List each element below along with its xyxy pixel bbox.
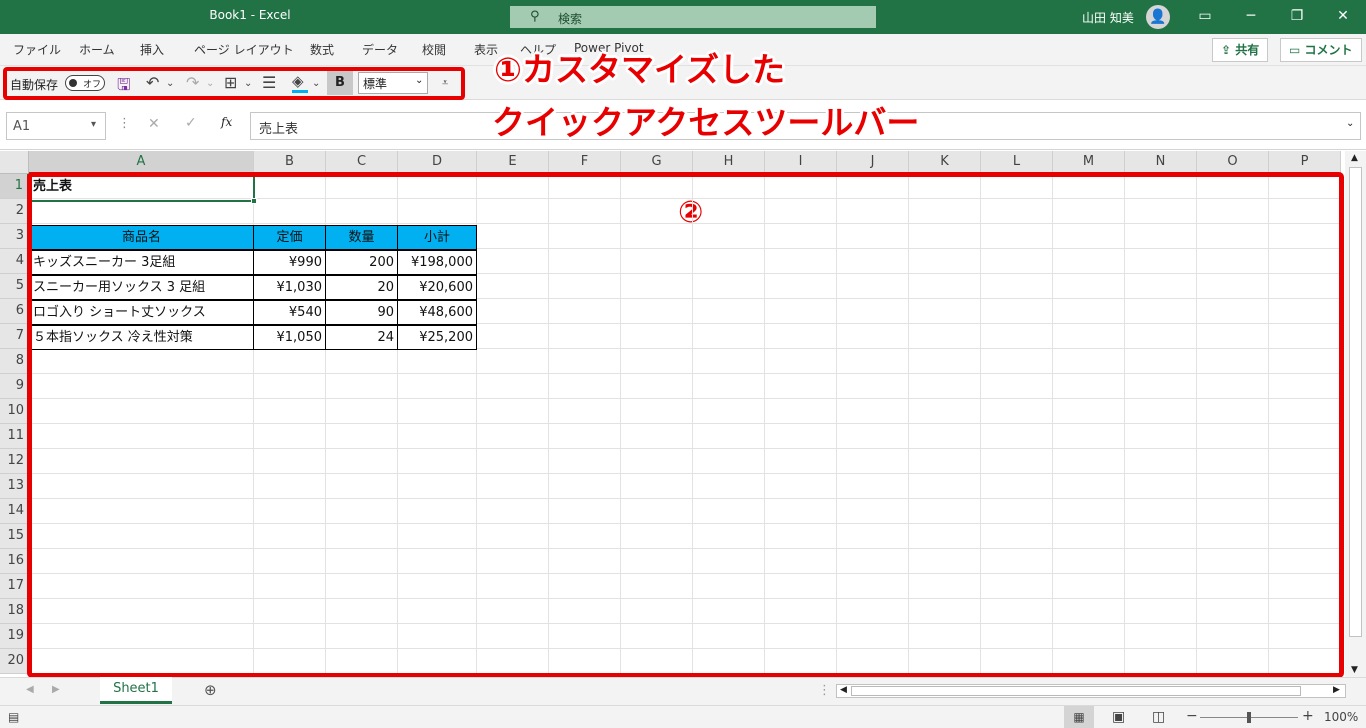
page-break-view-icon[interactable]: ◫ (1152, 709, 1165, 725)
scroll-up-icon[interactable]: ▲ (1351, 153, 1358, 163)
row-header[interactable]: 11 (0, 424, 29, 449)
row-header[interactable]: 19 (0, 624, 29, 649)
macro-record-icon[interactable]: ▤ (8, 710, 19, 724)
split-handle-icon[interactable]: ⋮ (818, 683, 831, 698)
column-header[interactable]: E (477, 151, 549, 174)
search-placeholder: 検索 (558, 12, 583, 26)
row-header[interactable]: 2 (0, 199, 29, 224)
function-icon[interactable]: fx (221, 115, 232, 129)
page-layout-view-icon[interactable]: ▣ (1112, 709, 1125, 725)
column-header[interactable]: A (29, 151, 254, 174)
annotation-qat-line2: クイックアクセスツールバー (492, 103, 920, 142)
row-header[interactable]: 7 (0, 324, 29, 349)
search-icon: ⚲ (530, 9, 540, 24)
column-header[interactable]: B (254, 151, 326, 174)
zoom-slider-thumb[interactable] (1247, 712, 1251, 723)
tab-formulas[interactable]: 数式 (310, 41, 334, 58)
expand-formula-icon[interactable]: ⌄ (1346, 118, 1354, 129)
row-header[interactable]: 12 (0, 449, 29, 474)
status-bar: ▤ ▦ ▣ ◫ − + 100% (0, 705, 1366, 728)
add-sheet-icon[interactable]: ⊕ (204, 681, 217, 699)
tab-review[interactable]: 校閲 (422, 41, 446, 58)
row-header[interactable]: 13 (0, 474, 29, 499)
row-header[interactable]: 10 (0, 399, 29, 424)
share-icon: ⇪ (1221, 43, 1236, 57)
restore-icon[interactable]: ❐ (1274, 0, 1320, 34)
comment-label: コメント (1304, 43, 1353, 57)
row-header[interactable]: 3 (0, 224, 29, 249)
column-header[interactable]: C (326, 151, 398, 174)
column-header[interactable]: F (549, 151, 621, 174)
row-header[interactable]: 9 (0, 374, 29, 399)
column-header[interactable]: P (1269, 151, 1341, 174)
minimize-icon[interactable]: ─ (1228, 0, 1274, 34)
prev-sheet-icon[interactable]: ◀ (26, 684, 34, 695)
column-header[interactable]: I (765, 151, 837, 174)
name-box-value: A1 (13, 119, 31, 134)
window-title: Book1 - Excel (209, 8, 291, 22)
column-header[interactable]: J (837, 151, 909, 174)
row-header[interactable]: 20 (0, 649, 29, 674)
scroll-down-icon[interactable]: ▼ (1351, 665, 1358, 675)
annotation-box-qat (3, 67, 465, 100)
vertical-scrollbar[interactable]: ▲ ▼ (1345, 151, 1366, 677)
sheet-tab-bar: ◀ ▶ ⊕ ⋮ ◀ ▶ (0, 677, 1366, 705)
scroll-left-icon[interactable]: ◀ (840, 685, 847, 695)
column-header[interactable]: K (909, 151, 981, 174)
scroll-right-icon[interactable]: ▶ (1333, 685, 1340, 695)
column-header[interactable]: N (1125, 151, 1197, 174)
horizontal-scrollbar[interactable]: ◀ ▶ (836, 684, 1346, 698)
row-header[interactable]: 5 (0, 274, 29, 299)
zoom-level[interactable]: 100% (1324, 710, 1358, 724)
row-header[interactable]: 8 (0, 349, 29, 374)
avatar[interactable]: 👤 (1146, 5, 1170, 29)
ribbon-display-icon[interactable]: ▭ (1182, 0, 1228, 34)
column-header[interactable]: L (981, 151, 1053, 174)
row-header[interactable]: 14 (0, 499, 29, 524)
annotation-qat-line1: ①カスタマイズした (494, 50, 785, 89)
row-header[interactable]: 6 (0, 299, 29, 324)
row-header[interactable]: 4 (0, 249, 29, 274)
share-button[interactable]: ⇪ 共有 (1212, 38, 1269, 62)
row-header[interactable]: 18 (0, 599, 29, 624)
zoom-out-icon[interactable]: − (1186, 708, 1198, 724)
cancel-icon[interactable]: ✕ (148, 116, 160, 132)
comment-button[interactable]: ▭ コメント (1280, 38, 1362, 62)
column-header[interactable]: G (621, 151, 693, 174)
scroll-thumb[interactable] (1349, 167, 1362, 637)
comment-icon: ▭ (1289, 43, 1305, 57)
tab-home[interactable]: ホーム (79, 41, 115, 58)
row-header[interactable]: 17 (0, 574, 29, 599)
close-icon[interactable]: ✕ (1320, 0, 1366, 34)
row-header[interactable]: 1 (0, 174, 29, 199)
user-name: 山田 知美 (1082, 11, 1134, 25)
more-icon: ⋮ (118, 116, 131, 131)
chevron-down-icon: ▾ (91, 119, 97, 130)
column-header[interactable]: H (693, 151, 765, 174)
select-all-corner[interactable] (0, 151, 29, 174)
tab-insert[interactable]: 挿入 (140, 41, 164, 58)
enter-icon[interactable]: ✓ (185, 115, 197, 131)
h-scroll-thumb[interactable] (851, 686, 1301, 696)
row-header[interactable]: 15 (0, 524, 29, 549)
column-header[interactable]: M (1053, 151, 1125, 174)
tab-file[interactable]: ファイル (13, 41, 61, 58)
name-box[interactable]: A1 ▾ (6, 112, 106, 140)
row-header[interactable]: 16 (0, 549, 29, 574)
tab-data[interactable]: データ (362, 41, 398, 58)
annotation-box-grid (27, 172, 1344, 678)
formula-value: 売上表 (259, 122, 299, 137)
search-box[interactable]: ⚲ 検索 (510, 6, 876, 28)
column-header[interactable]: O (1197, 151, 1269, 174)
next-sheet-icon[interactable]: ▶ (52, 684, 60, 695)
tab-page-layout[interactable]: ページ レイアウト (194, 41, 294, 58)
title-bar: Book1 - Excel ⚲ 検索 山田 知美 👤 ▭ ─ ❐ ✕ (0, 0, 1366, 34)
column-header[interactable]: D (398, 151, 477, 174)
share-label: 共有 (1235, 43, 1260, 57)
zoom-in-icon[interactable]: + (1302, 708, 1314, 724)
sheet-tab[interactable]: Sheet1 (100, 677, 172, 704)
normal-view-icon[interactable]: ▦ (1064, 706, 1094, 728)
